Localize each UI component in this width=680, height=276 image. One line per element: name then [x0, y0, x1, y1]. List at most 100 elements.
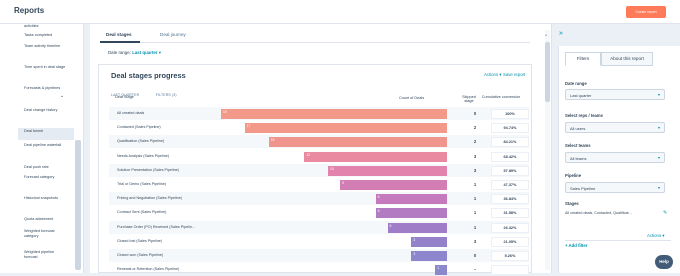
cumulative-conversion-value: 5.26% — [491, 251, 529, 261]
sidebar-item[interactable]: Deal funnel — [24, 129, 68, 134]
skipped-stage-value: 3 — [473, 153, 477, 159]
caret-down-icon: ▾ — [657, 125, 660, 130]
sidebar-item[interactable]: activities — [24, 24, 68, 29]
sidebar-scrollbar[interactable] — [75, 140, 81, 270]
funnel-bar[interactable] — [304, 151, 447, 162]
funnel-bar[interactable] — [375, 208, 447, 219]
page-title: Reports — [14, 6, 45, 15]
filters-panel: Filters About this report Date range Las… — [558, 46, 680, 273]
skipped-stage-value: 3 — [473, 167, 477, 173]
sidebar-item[interactable]: Deal pipeline waterfall — [24, 143, 68, 148]
sidebar-item[interactable]: Deal change history — [24, 108, 68, 113]
pencil-edit-icon[interactable]: ✎ — [663, 210, 667, 216]
skipped-stage-value: 2 — [473, 125, 477, 131]
pipeline-label: Pipeline — [565, 173, 582, 178]
bar-count-label: 15 — [270, 138, 275, 143]
stage-label: Qualification (Sales Pipeline) — [117, 139, 165, 144]
save-report-button[interactable]: Save report — [503, 72, 525, 77]
funnel-bar[interactable] — [268, 137, 447, 148]
create-report-button[interactable]: Create report — [626, 6, 666, 18]
filters-badge[interactable]: FILTERS (3) — [156, 93, 177, 97]
sidebar-item[interactable]: Forecasts & pipelines — [24, 86, 68, 91]
chevron-down-icon[interactable]: ⌄ — [60, 93, 64, 99]
date-range-label: Date range — [565, 81, 587, 86]
sidebar-item[interactable]: Weighted pipeline forecast — [24, 250, 68, 260]
table-row: Qualification (Sales Pipeline) 15 2 84.21% — [109, 135, 529, 149]
cumulative-conversion-value: 57.89% — [491, 165, 529, 176]
sidebar-item[interactable]: Deal push rate — [24, 165, 68, 170]
cumulative-conversion-value: 84.21% — [491, 137, 529, 148]
actions-dropdown[interactable]: Actions ▾ — [484, 72, 501, 78]
sidebar-item[interactable]: Time spent in deal stage — [24, 65, 68, 70]
funnel-bar[interactable] — [387, 222, 447, 233]
stage-label: Needs Analysis (Sales Pipeline) — [117, 153, 170, 158]
table-row: Contract Sent (Sales Pipeline) 6 1 31.58% — [109, 206, 529, 219]
reps-teams-select-value: All users — [570, 126, 586, 131]
cumulative-conversion-value: 100% — [491, 109, 529, 119]
bar-count-label: 6 — [377, 195, 380, 200]
cumulative-conversion-value: 68.42% — [491, 151, 529, 162]
add-filter-button[interactable]: + Add filter — [565, 243, 587, 248]
tab-filters[interactable]: Filters — [565, 52, 601, 66]
funnel-bar[interactable] — [411, 251, 447, 261]
bar-count-label: 3 — [413, 237, 416, 242]
stage-label: Trial or Demo (Sales Pipeline) — [117, 182, 167, 186]
sidebar-item[interactable]: Quota attainment — [24, 217, 68, 222]
filters-actions-dropdown[interactable]: Actions ▾ — [647, 233, 664, 239]
skipped-stage-value: 2 — [473, 139, 477, 145]
date-range-filter[interactable]: Date range: Last quarter ▾ — [108, 50, 161, 56]
stages-value: All created deals, Contacted, Qualificat… — [565, 211, 632, 215]
caret-down-icon: ▾ — [657, 92, 660, 97]
help-button[interactable]: Help — [655, 255, 673, 269]
cumulative-conversion-value: 94.74% — [491, 123, 529, 134]
skipped-stage-value: 3 — [473, 238, 477, 244]
funnel-bar[interactable] — [328, 165, 447, 176]
report-tabs: Deal stages Deal journey — [100, 29, 530, 43]
reps-teams-select[interactable]: All users ▾ — [565, 122, 665, 133]
table-row: Renewal or Retention (Sales Pipeline) 1 – — [109, 263, 529, 276]
tab-about-this-report[interactable]: About this report — [601, 52, 653, 66]
sidebar-item[interactable]: Forecast category — [24, 175, 68, 180]
main-scrollbar-thumb[interactable] — [545, 42, 550, 102]
funnel-bar[interactable] — [411, 236, 447, 247]
funnel-bar[interactable] — [244, 123, 447, 134]
stage-label: Pricing and Negotiation (Sales Pipeline) — [117, 196, 182, 201]
cumulative-conversion-value: 31.58% — [491, 208, 529, 219]
skipped-stage-value: 1 — [473, 182, 477, 187]
sidebar-item[interactable]: Tasks completed — [24, 33, 68, 38]
filter-panel-tabs: Filters About this report — [565, 52, 671, 67]
tab-deal-stages[interactable]: Deal stages — [106, 32, 132, 37]
stages-label: Stages — [565, 201, 579, 206]
skipped-stage-value: 1 — [473, 224, 477, 230]
stage-label: Renewal or Retention (Sales Pipeline) — [117, 267, 180, 272]
table-row: All created deals 19 0 100% — [109, 107, 529, 120]
active-tab-underline — [100, 41, 140, 43]
date-range-label: Date range: — [108, 50, 131, 55]
tab-deal-journey[interactable]: Deal journey — [160, 32, 186, 37]
scroll-up-arrow-icon[interactable]: ▴ — [545, 32, 547, 37]
bar-count-label: 6 — [377, 209, 380, 214]
stage-label: All created deals — [117, 111, 145, 115]
teams-select[interactable]: All teams ▾ — [565, 152, 665, 163]
date-range-select[interactable]: Last quarter ▾ — [565, 89, 665, 100]
sidebar-item[interactable]: Team activity timeline — [24, 44, 68, 49]
stage-label: Solution Presentation (Sales Pipeline) — [117, 167, 179, 172]
caret-down-icon[interactable]: ▾ — [159, 50, 161, 55]
reps-teams-label: Select reps / teams — [565, 113, 603, 118]
bar-count-label: 5 — [389, 223, 392, 228]
funnel-bar[interactable] — [339, 180, 447, 190]
skipped-stage-value: 0 — [473, 253, 477, 258]
cumulative-conversion-value: 26.32% — [491, 222, 529, 233]
date-range-value[interactable]: Last quarter — [132, 50, 157, 55]
skipped-stage-value: 1 — [473, 196, 477, 202]
expand-panel-icon[interactable]: » — [559, 30, 563, 37]
report-title: Deal stages progress — [111, 71, 186, 80]
bar-count-label: 1 — [437, 266, 439, 271]
pipeline-select[interactable]: Sales Pipeline ▾ — [565, 182, 665, 193]
sidebar-item[interactable]: Historical snapshots — [24, 196, 68, 201]
funnel-bar[interactable] — [221, 109, 447, 119]
column-header-count: Count of Deals — [399, 96, 425, 100]
funnel-bar[interactable] — [375, 194, 447, 205]
sidebar-item[interactable]: Weighted forecast category — [24, 229, 68, 239]
skipped-stage-value: 0 — [473, 111, 477, 116]
